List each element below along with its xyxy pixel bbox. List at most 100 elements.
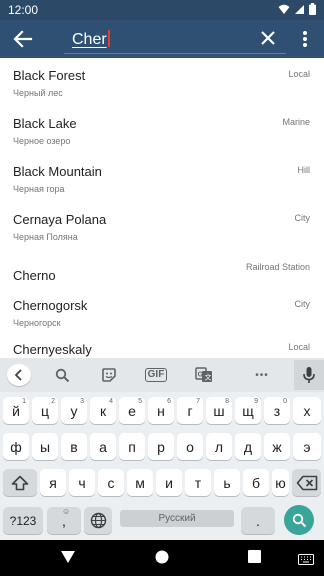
status-bar: 12:00 — [0, 0, 324, 20]
key-label: н — [157, 402, 165, 419]
more-options-button[interactable]: ••• — [248, 365, 276, 385]
list-item[interactable]: Chernyeskaly Local — [0, 336, 324, 358]
period-key[interactable]: . — [241, 507, 275, 534]
gif-button[interactable]: GIF — [142, 365, 170, 385]
key[interactable]: щ9 — [235, 397, 261, 424]
key[interactable]: ц2 — [32, 397, 58, 424]
result-native-name: Черное озеро — [13, 136, 71, 146]
key[interactable]: ш8 — [206, 397, 232, 424]
key[interactable]: п — [119, 433, 145, 460]
voice-input-button[interactable] — [294, 360, 324, 390]
key[interactable]: э — [293, 433, 321, 460]
home-circle-icon — [155, 550, 169, 564]
key[interactable]: и — [156, 469, 182, 496]
recents-nav-button[interactable] — [248, 550, 261, 568]
backspace-key[interactable] — [292, 469, 321, 496]
key[interactable]: л — [206, 433, 232, 460]
search-query-text: Cher — [72, 30, 110, 49]
keyboard-row-3: я ч с м и т ь б ю — [0, 466, 324, 500]
clear-search-button[interactable] — [258, 28, 278, 48]
search-query-value: Cher — [72, 31, 107, 48]
key[interactable]: у3 — [61, 397, 87, 424]
key[interactable]: б — [243, 469, 269, 496]
space-key[interactable]: Русский — [120, 510, 234, 527]
keyboard-search-button[interactable] — [52, 365, 72, 385]
translate-button[interactable]: G文 — [193, 365, 215, 385]
result-type: Marine — [282, 117, 310, 127]
key-hint: 1 — [22, 398, 26, 405]
battery-icon — [309, 3, 316, 15]
key[interactable]: в — [61, 433, 87, 460]
list-item[interactable]: Black Forest Черный лес Local — [0, 58, 324, 106]
comma-key[interactable]: , ☺ — [47, 507, 81, 534]
emoji-hint: ☺ — [62, 507, 71, 516]
svg-text:G: G — [198, 372, 204, 379]
shift-key[interactable] — [3, 469, 37, 496]
back-button[interactable] — [10, 27, 36, 51]
sticker-icon — [102, 368, 116, 382]
on-screen-keyboard: GIF G文 ••• й1 ц2 у3 к4 е5 н6 г7 ш8 щ9 з0… — [0, 358, 324, 540]
key[interactable]: ж — [264, 433, 290, 460]
key-label: з — [273, 402, 281, 419]
key[interactable]: з0 — [264, 397, 290, 424]
key[interactable]: а — [90, 433, 116, 460]
more-vert-icon — [303, 31, 307, 47]
key[interactable]: й1 — [3, 397, 29, 424]
key[interactable]: к4 — [90, 397, 116, 424]
key[interactable]: я — [40, 469, 66, 496]
key[interactable]: т — [185, 469, 211, 496]
key[interactable]: г7 — [177, 397, 203, 424]
overflow-menu-button[interactable] — [298, 28, 312, 50]
key[interactable]: ь — [214, 469, 240, 496]
result-type: City — [294, 213, 311, 223]
key[interactable]: м — [127, 469, 153, 496]
sticker-button[interactable] — [99, 365, 119, 385]
home-nav-button[interactable] — [155, 550, 169, 569]
key-label: ш — [213, 402, 225, 419]
keyboard-row-1: й1 ц2 у3 к4 е5 н6 г7 ш8 щ9 з0 х — [0, 394, 324, 428]
key-hint: 5 — [138, 398, 142, 405]
key[interactable]: ф — [3, 433, 29, 460]
keyboard-row-2: ф ы в а п р о л д ж э — [0, 430, 324, 464]
result-name: Chernogorsk — [13, 298, 88, 313]
key-label: й — [12, 402, 20, 419]
result-native-name: Черная гора — [13, 184, 65, 194]
language-key[interactable] — [84, 507, 112, 534]
search-results-list: Black Forest Черный лес Local Black Lake… — [0, 58, 324, 358]
key[interactable]: ю — [272, 469, 289, 496]
key[interactable]: с — [98, 469, 124, 496]
list-item[interactable]: Black Mountain Черная гора Hill — [0, 154, 324, 202]
key[interactable]: ы — [32, 433, 58, 460]
result-type: Local — [288, 69, 310, 79]
key[interactable]: д — [235, 433, 261, 460]
key[interactable]: р — [148, 433, 174, 460]
back-nav-button[interactable] — [60, 550, 76, 569]
keyboard-collapse-button[interactable] — [7, 364, 31, 386]
keyboard-row-4: ?123 , ☺ Русский . — [0, 504, 324, 538]
result-type: City — [294, 299, 311, 309]
key[interactable]: н6 — [148, 397, 174, 424]
search-icon — [55, 368, 69, 382]
backspace-icon — [296, 475, 317, 490]
list-item[interactable]: Cernaya Polana Черная Поляна City — [0, 202, 324, 250]
key[interactable]: ч — [69, 469, 95, 496]
list-item[interactable]: Black Lake Черное озеро Marine — [0, 106, 324, 154]
keyboard-switch-button[interactable] — [298, 552, 314, 570]
wifi-icon — [278, 4, 290, 14]
key[interactable]: х — [293, 397, 321, 424]
numbers-symbols-key[interactable]: ?123 — [3, 507, 43, 534]
result-type: Railroad Station — [245, 262, 310, 272]
result-type: Local — [288, 342, 310, 352]
key[interactable]: о — [177, 433, 203, 460]
list-item[interactable]: Chernogorsk Черногорск City — [0, 288, 324, 336]
key-label: е — [128, 402, 136, 419]
key-label: г — [187, 402, 193, 419]
result-name: Cernaya Polana — [13, 212, 107, 227]
key[interactable]: е5 — [119, 397, 145, 424]
result-name: Black Lake — [13, 116, 77, 131]
key-hint: 3 — [80, 398, 84, 405]
search-input[interactable]: Cher — [64, 26, 286, 54]
search-key[interactable] — [284, 505, 314, 535]
key-hint: 6 — [167, 398, 171, 405]
search-toolbar: Cher — [0, 20, 324, 58]
